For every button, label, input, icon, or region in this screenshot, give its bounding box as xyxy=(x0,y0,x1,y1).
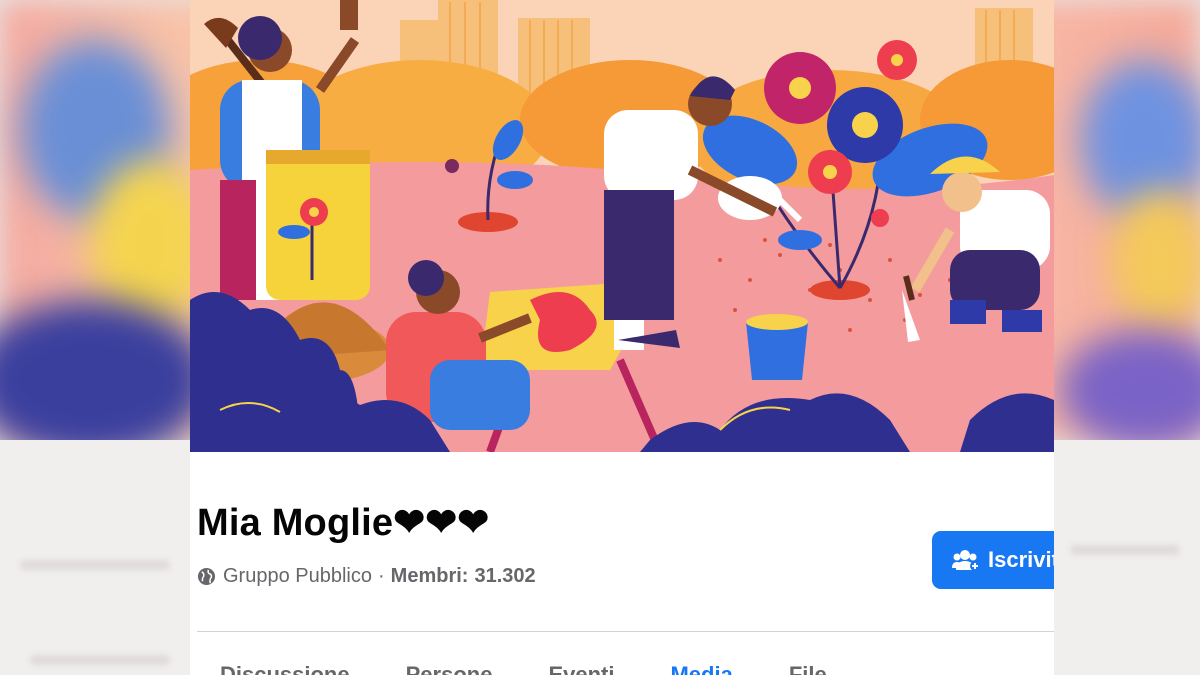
meta-separator: · xyxy=(377,565,385,587)
tab-file[interactable]: File xyxy=(789,662,827,675)
header-divider xyxy=(197,631,1054,632)
cover-illustration xyxy=(190,0,1054,452)
tab-discussione[interactable]: Discussione xyxy=(220,662,350,675)
join-group-button[interactable]: Iscriviti xyxy=(932,531,1054,589)
tab-eventi[interactable]: Eventi xyxy=(548,662,614,675)
members-count: 31.302 xyxy=(474,565,536,587)
globe-icon xyxy=(197,567,216,586)
group-header-card: Mia Moglie❤❤❤ Gruppo Pubblico · Membri: … xyxy=(190,0,1054,675)
blurred-text-line xyxy=(20,560,170,570)
join-button-label: Iscriviti xyxy=(988,547,1054,572)
blurred-shape xyxy=(1110,190,1200,330)
tab-media[interactable]: Media xyxy=(670,662,732,675)
members-label: Membri: xyxy=(390,565,469,587)
tab-persone[interactable]: Persone xyxy=(406,662,493,675)
cover-photo xyxy=(190,0,1054,452)
group-title[interactable]: Mia Moglie❤❤❤ xyxy=(197,500,489,545)
blurred-text-line xyxy=(1070,545,1180,555)
group-tabs: Discussione Persone Eventi Media File xyxy=(220,662,883,675)
blurred-text-line xyxy=(30,655,170,665)
privacy-label: Gruppo Pubblico xyxy=(223,565,372,587)
add-group-icon xyxy=(952,550,980,571)
group-meta: Gruppo Pubblico · Membri: 31.302 xyxy=(197,565,536,588)
paint-bucket xyxy=(746,314,808,380)
